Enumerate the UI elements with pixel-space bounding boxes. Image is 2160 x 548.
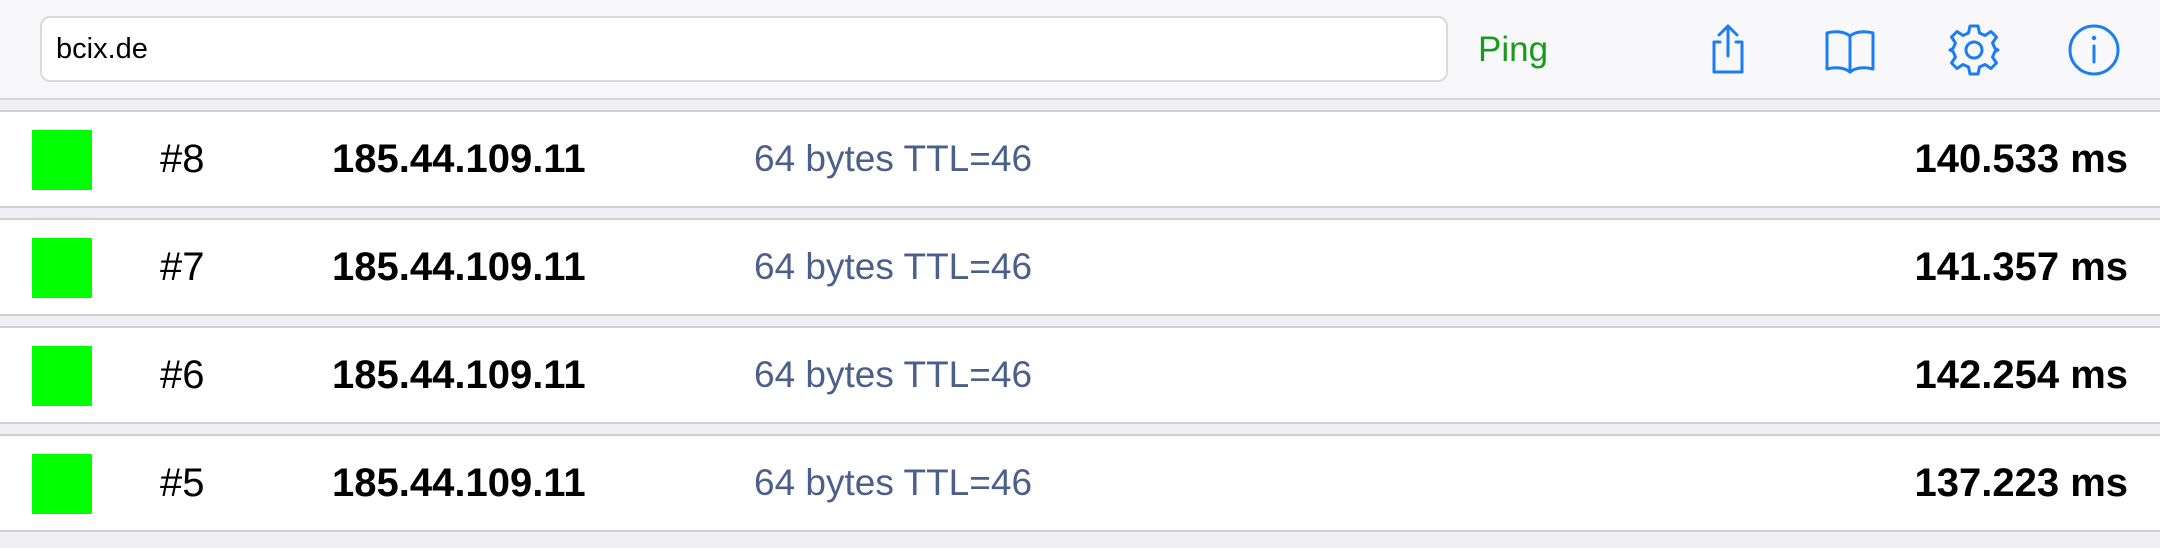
ip-address: 185.44.109.11 xyxy=(332,137,586,181)
info-icon[interactable] xyxy=(2066,22,2122,78)
result-row[interactable]: #7 185.44.109.11 64 bytes TTL=46 141.357… xyxy=(0,218,2160,316)
reply-info: 64 bytes TTL=46 xyxy=(754,354,1033,395)
success-indicator xyxy=(32,346,92,406)
bookmarks-icon[interactable] xyxy=(1822,22,1878,78)
reply-info: 64 bytes TTL=46 xyxy=(754,138,1033,179)
round-trip-time: 140.533 ms xyxy=(1914,137,2128,181)
ip-address: 185.44.109.11 xyxy=(332,245,586,289)
sequence-number: #6 xyxy=(160,353,205,397)
result-row[interactable]: #5 185.44.109.11 64 bytes TTL=46 137.223… xyxy=(0,434,2160,532)
success-indicator xyxy=(32,238,92,298)
host-input[interactable] xyxy=(40,16,1448,82)
result-row[interactable]: #6 185.44.109.11 64 bytes TTL=46 142.254… xyxy=(0,326,2160,424)
toolbar: Ping xyxy=(0,0,2160,100)
success-indicator xyxy=(32,454,92,514)
sequence-number: #5 xyxy=(160,461,205,505)
ip-address: 185.44.109.11 xyxy=(332,353,586,397)
success-indicator xyxy=(32,130,92,190)
ip-address: 185.44.109.11 xyxy=(332,461,586,505)
round-trip-time: 137.223 ms xyxy=(1914,461,2128,505)
result-row[interactable]: #8 185.44.109.11 64 bytes TTL=46 140.533… xyxy=(0,110,2160,208)
reply-info: 64 bytes TTL=46 xyxy=(754,246,1033,287)
sequence-number: #7 xyxy=(160,245,205,289)
settings-icon[interactable] xyxy=(1946,22,2002,78)
ping-button[interactable]: Ping xyxy=(1478,22,1548,78)
round-trip-time: 142.254 ms xyxy=(1914,353,2128,397)
share-icon[interactable] xyxy=(1700,22,1756,78)
reply-info: 64 bytes TTL=46 xyxy=(754,462,1033,503)
sequence-number: #8 xyxy=(160,137,205,181)
round-trip-time: 141.357 ms xyxy=(1914,245,2128,289)
